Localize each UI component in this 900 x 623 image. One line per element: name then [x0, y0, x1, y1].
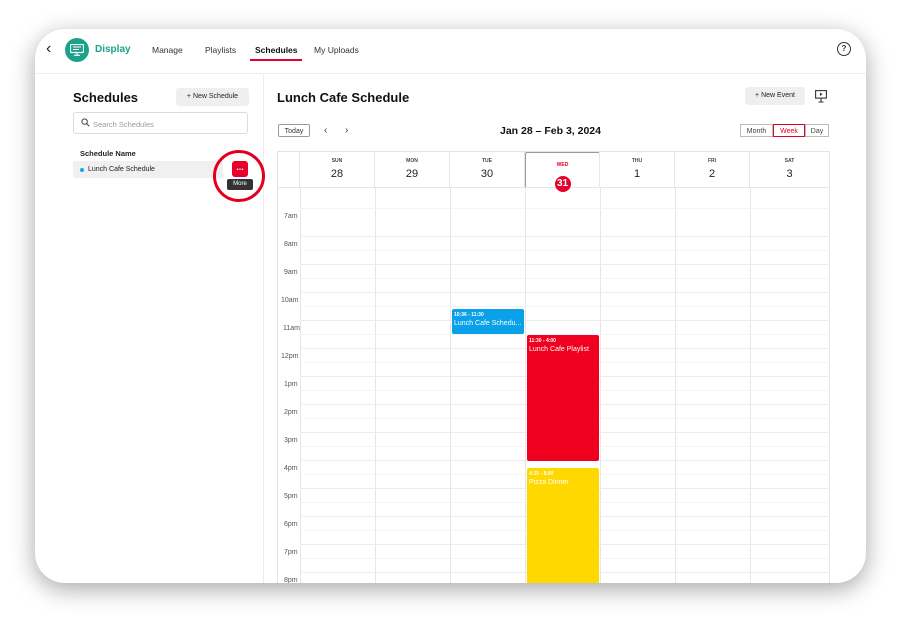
chevron-left-icon[interactable]: ‹	[46, 40, 60, 58]
event-lunch-cafe-schedule[interactable]: 10:36 - 11:30 Lunch Cafe Schedu...	[452, 309, 524, 334]
time-label: 3pm	[284, 437, 298, 444]
today-date-badge: 31	[554, 176, 571, 192]
today-button[interactable]: Today	[278, 124, 310, 137]
event-title: Lunch Cafe Playlist	[529, 346, 589, 353]
event-title: Lunch Cafe Schedu...	[454, 320, 522, 327]
time-label: 12pm	[281, 353, 299, 360]
day-header-sat: SAT 3	[750, 152, 830, 188]
time-label: 6pm	[284, 521, 298, 528]
event-time: 4:15 - 8:00	[529, 471, 554, 477]
event-title: Pizza Dinner	[529, 479, 569, 486]
nav-my-uploads[interactable]: My Uploads	[314, 45, 359, 55]
day-header-fri: FRI 2	[675, 152, 750, 188]
date-range: Jan 28 – Feb 3, 2024	[500, 125, 601, 137]
active-dot-icon	[80, 168, 84, 172]
time-label: 7am	[284, 213, 298, 220]
time-gutter-header	[278, 152, 300, 188]
prev-week-icon[interactable]: ‹	[324, 125, 327, 136]
next-week-icon[interactable]: ›	[345, 125, 348, 136]
week-calendar: SUN 28 MON 29 TUE 30 WED 31 THU 1 FRI 2 SAT 3	[277, 151, 830, 583]
present-screen-icon[interactable]	[815, 90, 827, 103]
time-label: 1pm	[284, 381, 298, 388]
time-label: 2pm	[284, 409, 298, 416]
time-label: 8pm	[284, 577, 298, 583]
sidebar-title: Schedules	[73, 90, 139, 105]
nav-playlists[interactable]: Playlists	[205, 45, 236, 55]
schedule-list-item[interactable]: Lunch Cafe Schedule	[73, 161, 223, 178]
nav-schedules[interactable]: Schedules	[255, 45, 298, 55]
day-header-sun: SUN 28	[300, 152, 375, 188]
display-logo-icon	[65, 38, 89, 62]
day-header-mon: MON 29	[375, 152, 450, 188]
view-week-button[interactable]: Week	[773, 124, 805, 137]
help-icon[interactable]: ?	[837, 42, 851, 56]
active-nav-underline	[250, 59, 302, 61]
new-event-button[interactable]: + New Event	[745, 87, 805, 105]
new-schedule-button[interactable]: + New Schedule	[176, 88, 249, 106]
day-header-tue: TUE 30	[450, 152, 525, 188]
search-input[interactable]: Search Schedules	[93, 120, 154, 129]
time-label: 9am	[284, 269, 298, 276]
time-label: 5pm	[284, 493, 298, 500]
schedule-item-label: Lunch Cafe Schedule	[88, 166, 155, 173]
page-title: Lunch Cafe Schedule	[277, 90, 410, 105]
event-lunch-cafe-playlist[interactable]: 11:30 - 4:00 Lunch Cafe Playlist	[527, 335, 599, 461]
day-header-thu: THU 1	[600, 152, 675, 188]
search-schedules-field[interactable]: Search Schedules	[73, 112, 248, 134]
time-label: 7pm	[284, 549, 298, 556]
view-month-button[interactable]: Month	[740, 124, 773, 137]
view-day-button[interactable]: Day	[805, 124, 829, 137]
search-icon	[81, 118, 90, 127]
day-header-wed: WED 31	[525, 152, 600, 192]
time-label: 10am	[281, 297, 299, 304]
event-time: 10:36 - 11:30	[454, 312, 484, 318]
event-pizza-dinner[interactable]: 4:15 - 8:00 Pizza Dinner	[527, 468, 599, 583]
app-window: ‹ Display Manage Playlists Schedules My …	[35, 29, 866, 583]
time-label: 8am	[284, 241, 298, 248]
top-nav-bar: ‹ Display Manage Playlists Schedules My …	[35, 29, 866, 74]
schedule-name-header: Schedule Name	[80, 149, 136, 158]
nav-manage[interactable]: Manage	[152, 45, 183, 55]
event-time: 11:30 - 4:00	[529, 338, 556, 344]
time-label: 11am	[283, 325, 300, 332]
time-label: 4pm	[284, 465, 298, 472]
brand-name[interactable]: Display	[95, 44, 131, 55]
schedules-sidebar: Schedules + New Schedule Search Schedule…	[35, 74, 265, 583]
highlight-circle	[213, 150, 265, 202]
